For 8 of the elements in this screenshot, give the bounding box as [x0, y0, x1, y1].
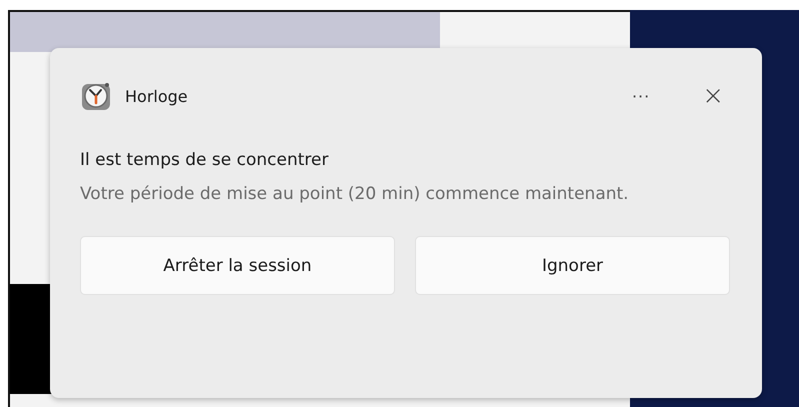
action-button[interactable]: Ignorer	[415, 236, 730, 295]
app-name: Horloge	[125, 86, 189, 106]
action-button[interactable]: Arrêter la session	[80, 236, 395, 295]
clock-icon	[80, 80, 112, 112]
notification-message: Votre période de mise au point (20 min) commence maintenant.	[80, 183, 630, 206]
close-button[interactable]: ×	[702, 81, 724, 111]
notification-title: Il est temps de se concentrer	[80, 150, 330, 170]
more-options-button[interactable]: ···	[632, 86, 650, 106]
